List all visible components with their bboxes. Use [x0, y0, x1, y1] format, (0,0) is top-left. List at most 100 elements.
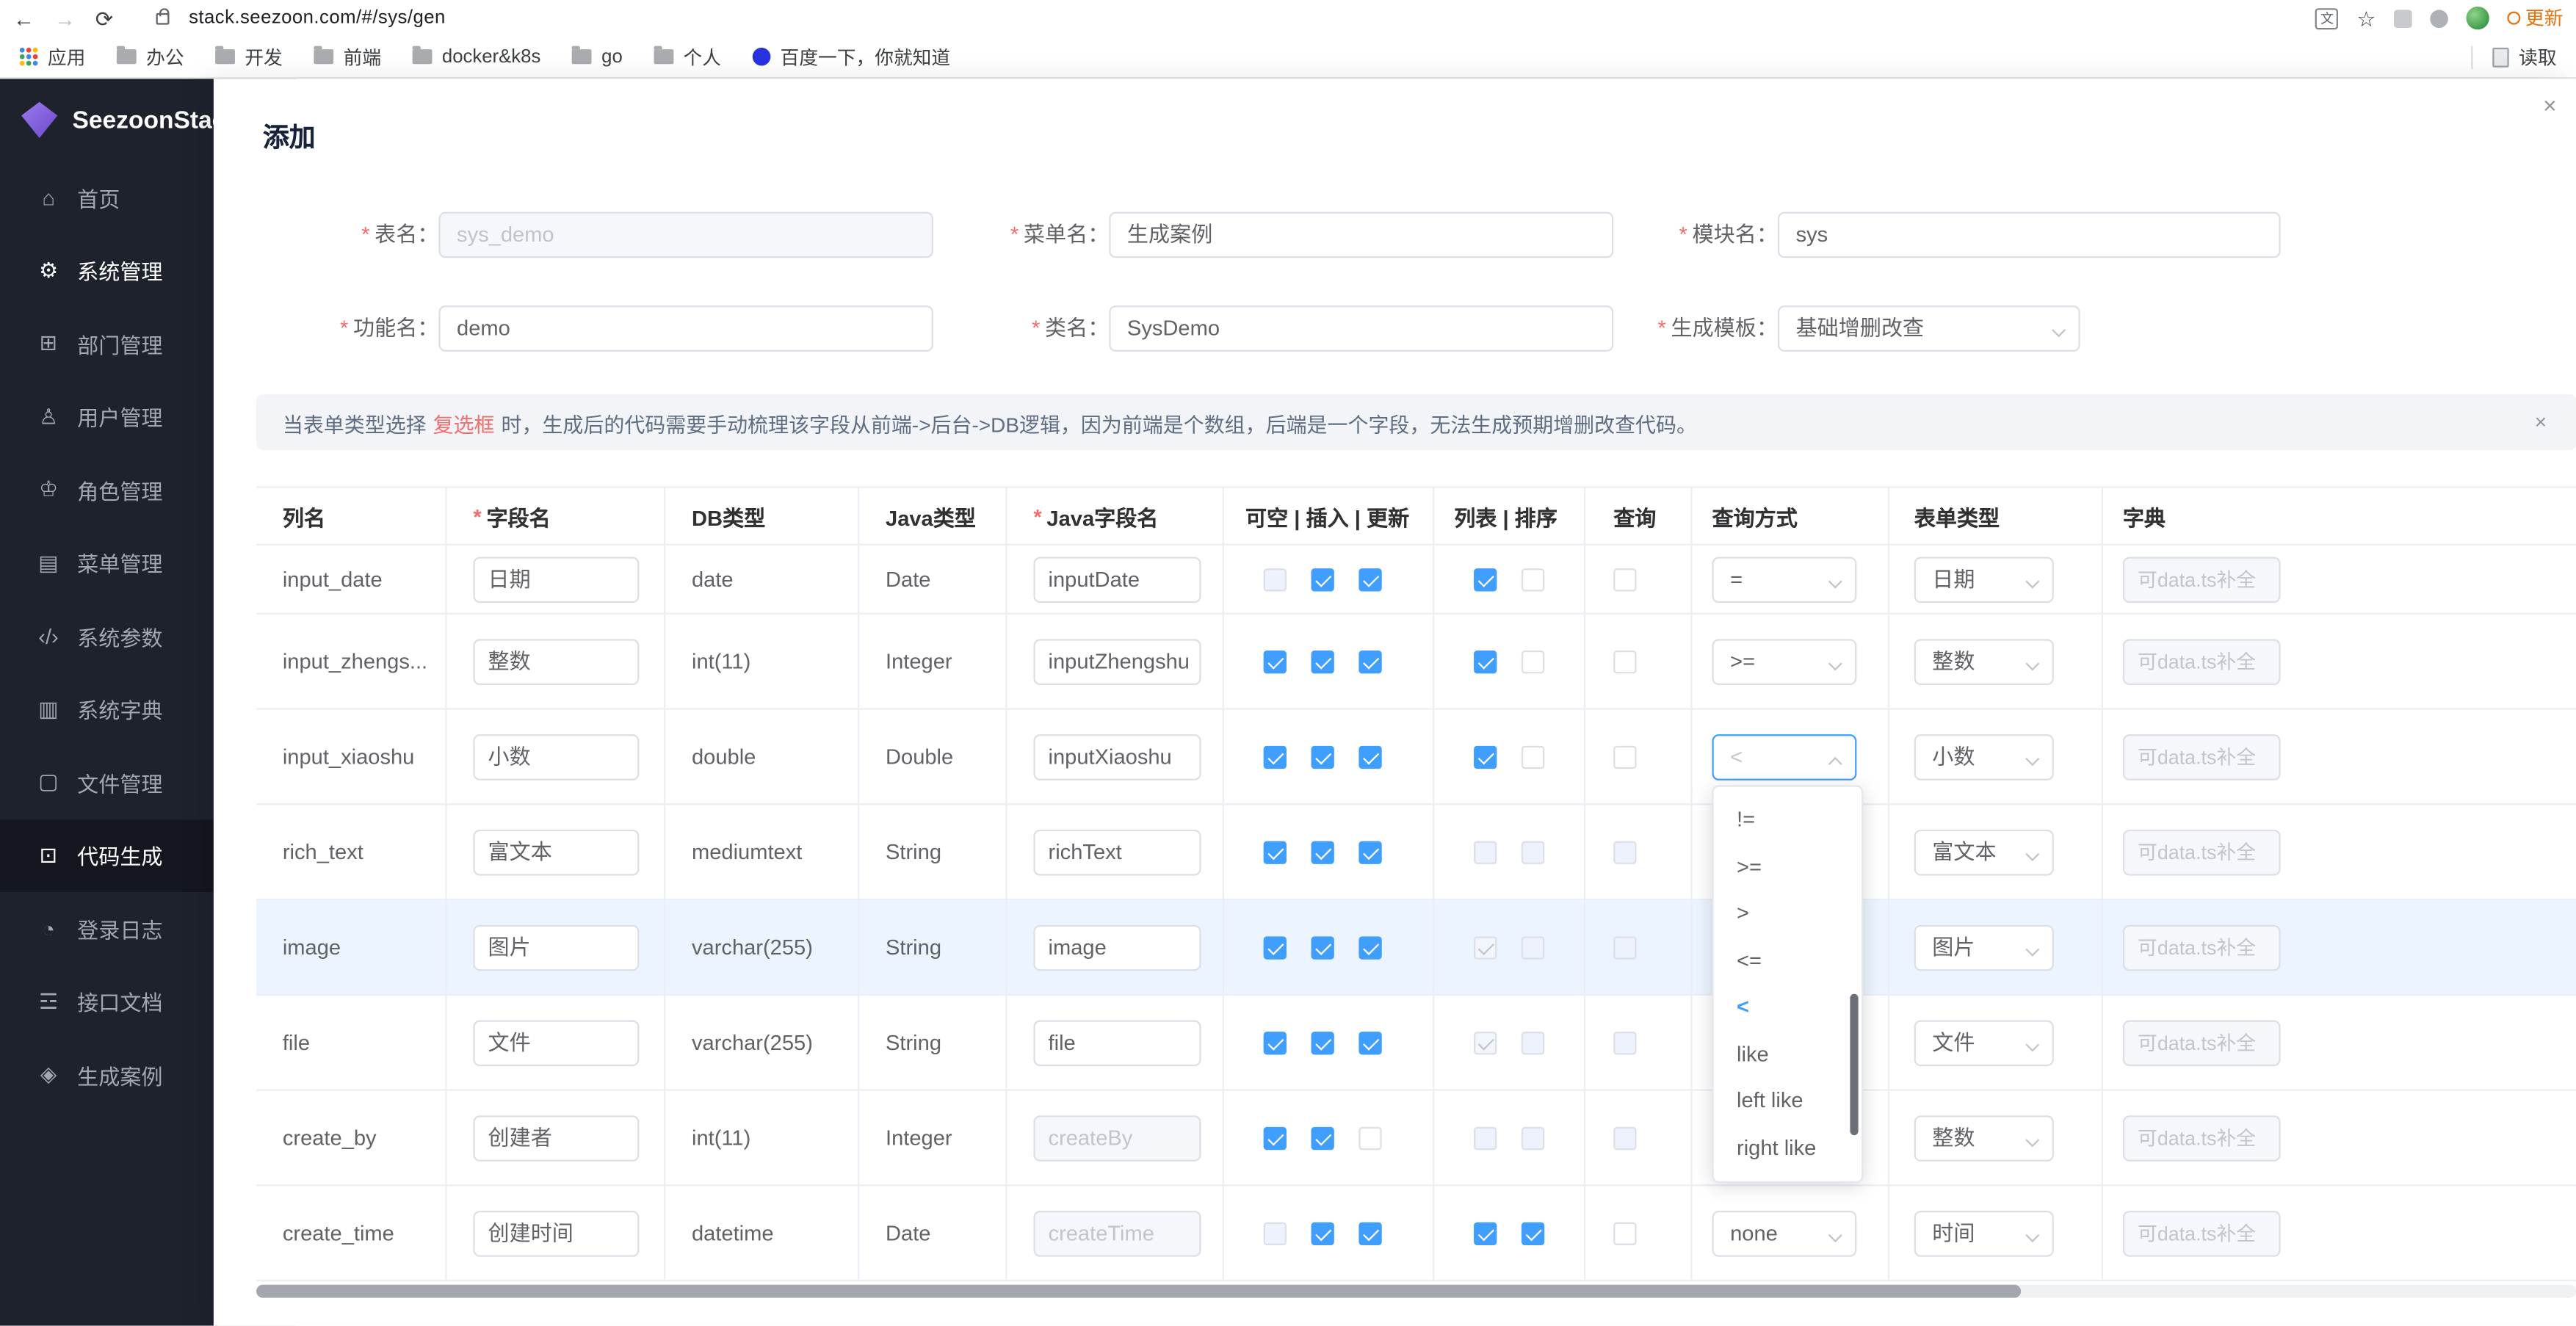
dict-input[interactable]: 可data.ts补全: [2122, 638, 2281, 684]
java-field-input[interactable]: createBy: [1033, 1115, 1201, 1161]
nullable-checkbox[interactable]: [1263, 1221, 1287, 1245]
field-name-input[interactable]: 图片: [473, 924, 640, 971]
field-name-input[interactable]: 创建时间: [473, 1209, 640, 1256]
field-name-input[interactable]: 文件: [473, 1019, 640, 1066]
bookmark-right[interactable]: 读取: [2471, 43, 2557, 70]
query-checkbox[interactable]: [1613, 1221, 1637, 1245]
sort-checkbox[interactable]: [1521, 935, 1545, 959]
class-name-field[interactable]: SysDemo: [1109, 305, 1614, 352]
query-mode-select-open[interactable]: <: [1712, 733, 1857, 780]
query-checkbox[interactable]: [1613, 649, 1637, 673]
list-checkbox[interactable]: [1474, 840, 1497, 863]
nullable-checkbox[interactable]: [1263, 1031, 1287, 1054]
sort-checkbox[interactable]: [1521, 568, 1545, 591]
list-checkbox[interactable]: [1474, 744, 1497, 769]
nullable-checkbox[interactable]: [1263, 744, 1287, 769]
insert-checkbox[interactable]: [1311, 935, 1334, 959]
url-bar[interactable]: stack.seezoon.com/#/sys/gen: [189, 8, 446, 28]
sort-checkbox[interactable]: [1521, 1126, 1545, 1150]
dict-input[interactable]: 可data.ts补全: [2122, 924, 2281, 971]
bookmark-folder-docker[interactable]: docker&k8s: [412, 46, 540, 67]
query-checkbox[interactable]: [1613, 744, 1637, 769]
update-checkbox[interactable]: [1358, 1126, 1382, 1150]
dict-input[interactable]: 可data.ts补全: [2122, 1019, 2281, 1066]
java-field-input[interactable]: inputXiaoshu: [1033, 733, 1201, 780]
sort-checkbox[interactable]: [1521, 1221, 1545, 1245]
list-checkbox[interactable]: [1474, 1221, 1497, 1245]
forward-icon[interactable]: →: [54, 7, 76, 29]
field-name-input[interactable]: 富文本: [473, 828, 640, 875]
form-type-select[interactable]: 时间: [1914, 1209, 2054, 1256]
field-name-input[interactable]: 整数: [473, 638, 640, 684]
update-checkbox[interactable]: [1358, 568, 1382, 591]
nullable-checkbox[interactable]: [1263, 935, 1287, 959]
form-type-select[interactable]: 整数: [1914, 638, 2054, 684]
sort-checkbox[interactable]: [1521, 1031, 1545, 1054]
update-checkbox[interactable]: [1358, 744, 1382, 769]
java-field-input[interactable]: createTime: [1033, 1209, 1201, 1256]
java-field-input[interactable]: inputZhengshu: [1033, 638, 1201, 684]
query-checkbox[interactable]: [1613, 1126, 1637, 1150]
dict-input[interactable]: 可data.ts补全: [2122, 1115, 2281, 1161]
sort-checkbox[interactable]: [1521, 649, 1545, 673]
nullable-checkbox[interactable]: [1263, 1126, 1287, 1150]
list-checkbox[interactable]: [1474, 568, 1497, 591]
update-button[interactable]: 更新: [2507, 5, 2563, 32]
field-name-input[interactable]: 创建者: [473, 1115, 640, 1161]
bookmark-folder-personal[interactable]: 个人: [654, 43, 721, 70]
field-name-input[interactable]: 小数: [473, 733, 640, 780]
update-checkbox[interactable]: [1358, 1221, 1382, 1245]
dropdown-option[interactable]: >: [1714, 891, 1862, 938]
field-name-input[interactable]: 日期: [473, 556, 640, 603]
update-checkbox[interactable]: [1358, 1031, 1382, 1054]
bookmark-baidu[interactable]: 百度一下，你就知道: [752, 43, 950, 70]
form-type-select[interactable]: 文件: [1914, 1019, 2054, 1066]
query-checkbox[interactable]: [1613, 840, 1637, 863]
table-name-field[interactable]: sys_demo: [438, 211, 933, 258]
list-checkbox[interactable]: [1474, 649, 1497, 673]
query-mode-select[interactable]: >=: [1712, 638, 1857, 684]
dict-input[interactable]: 可data.ts补全: [2122, 828, 2281, 875]
dict-input[interactable]: 可data.ts补全: [2122, 733, 2281, 780]
dropdown-option[interactable]: >=: [1714, 844, 1862, 891]
java-field-input[interactable]: image: [1033, 924, 1201, 971]
alert-close-icon[interactable]: ×: [2535, 410, 2550, 433]
star-icon[interactable]: ☆: [2356, 7, 2376, 29]
java-field-input[interactable]: file: [1033, 1019, 1201, 1066]
bookmark-apps[interactable]: 应用: [19, 43, 85, 70]
translate-icon[interactable]: 文: [2315, 7, 2339, 29]
dropdown-option[interactable]: !=: [1714, 797, 1862, 844]
dropdown-scrollbar-thumb[interactable]: [1850, 993, 1859, 1136]
scrollbar-thumb[interactable]: [256, 1284, 2022, 1298]
back-icon[interactable]: ←: [13, 7, 35, 29]
extension-icon[interactable]: [2394, 9, 2412, 27]
module-name-field[interactable]: sys: [1777, 211, 2281, 258]
insert-checkbox[interactable]: [1311, 1221, 1334, 1245]
form-type-select[interactable]: 小数: [1914, 733, 2054, 780]
dropdown-option-selected[interactable]: <: [1714, 984, 1862, 1031]
dropdown-option[interactable]: left like: [1714, 1078, 1862, 1125]
list-checkbox[interactable]: [1474, 1031, 1497, 1054]
dict-input[interactable]: 可data.ts补全: [2122, 1209, 2281, 1256]
dropdown-option[interactable]: <=: [1714, 937, 1862, 984]
update-checkbox[interactable]: [1358, 840, 1382, 863]
bookmark-folder-office[interactable]: 办公: [116, 43, 184, 70]
close-icon[interactable]: ×: [2543, 92, 2556, 118]
menu-name-field[interactable]: 生成案例: [1109, 211, 1614, 258]
dropdown-option[interactable]: like: [1714, 1031, 1862, 1078]
form-type-select[interactable]: 图片: [1914, 924, 2054, 971]
profile-avatar[interactable]: [2466, 6, 2489, 30]
bookmark-folder-frontend[interactable]: 前端: [314, 43, 381, 70]
function-name-field[interactable]: demo: [438, 305, 933, 352]
update-checkbox[interactable]: [1358, 649, 1382, 673]
query-checkbox[interactable]: [1613, 568, 1637, 591]
insert-checkbox[interactable]: [1311, 744, 1334, 769]
insert-checkbox[interactable]: [1311, 840, 1334, 863]
nullable-checkbox[interactable]: [1263, 649, 1287, 673]
insert-checkbox[interactable]: [1311, 649, 1334, 673]
reload-icon[interactable]: ⟳: [95, 7, 113, 29]
list-checkbox[interactable]: [1474, 935, 1497, 959]
template-select[interactable]: 基础增删改查: [1777, 305, 2080, 352]
form-type-select[interactable]: 富文本: [1914, 828, 2054, 875]
extension-icon-2[interactable]: [2430, 9, 2448, 27]
